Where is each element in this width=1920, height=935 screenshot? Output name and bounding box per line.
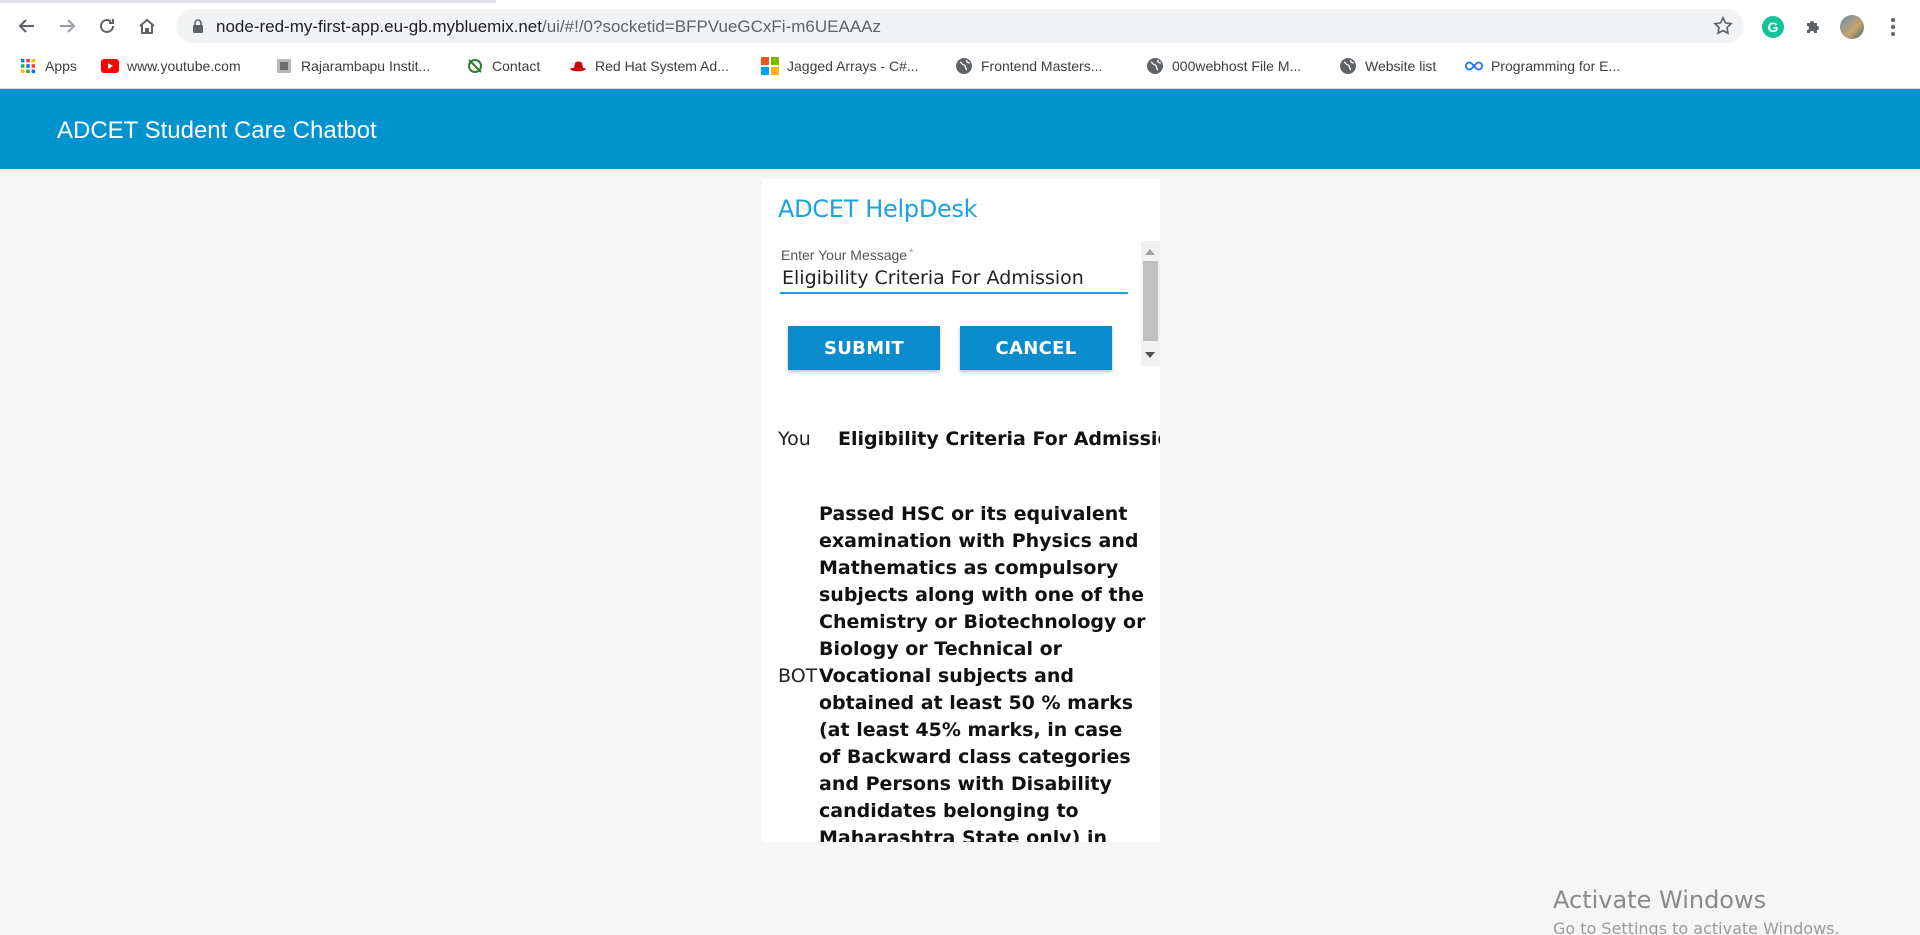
scroll-down-arrow-icon[interactable] [1145,352,1155,358]
tab-strip [0,0,496,3]
lock-icon [193,19,203,33]
bookmark-label: www.youtube.com [127,58,241,74]
bookmark-rajarambapu[interactable]: Rajarambapu Instit... [275,52,430,80]
infinity-icon [1465,57,1483,75]
url-path: /ui/#!/0?socketid=BFPVueGCxFi-m6UEAAAz [541,17,881,36]
contact-icon [466,57,484,75]
puzzle-icon [1807,21,1819,33]
bookmark-000webhost[interactable]: 000webhost File M... [1146,52,1301,80]
back-arrow-icon [18,19,34,33]
kebab-menu-icon [1891,18,1895,36]
forward-arrow-icon [60,19,76,33]
bot-label: BOT [778,665,818,687]
globe-icon [955,57,973,75]
bookmark-label: Programming for E... [1491,58,1621,74]
bookmark-label: Website list [1365,58,1437,74]
bookmark-label: Apps [45,58,77,74]
youtube-icon [101,57,119,75]
user-label: You [778,428,811,450]
bookmark-label: 000webhost File M... [1172,58,1302,74]
browser-toolbar: node-red-my-first-app.eu-gb.mybluemix.ne… [0,7,1920,45]
reload-button[interactable] [91,10,123,42]
home-button[interactable] [131,10,163,42]
bookmark-label: Rajarambapu Instit... [301,58,431,74]
user-message: Eligibility Criteria For Admission [838,428,1160,450]
bookmark-label: Red Hat System Ad... [595,58,729,74]
bookmark-jagged-arrays[interactable]: Jagged Arrays - C#... [761,52,919,80]
helpdesk-card: ADCET HelpDesk Enter Your Message* SUBMI… [762,179,1160,842]
message-label-text: Enter Your Message [781,247,908,263]
bookmark-programming[interactable]: Programming for E... [1465,52,1620,80]
globe-icon [1339,57,1357,75]
bookmark-star-icon[interactable] [1712,15,1734,37]
cancel-button[interactable]: CANCEL [960,326,1112,370]
apps-grid-icon [19,57,37,75]
microsoft-icon [761,57,779,75]
bookmark-youtube[interactable]: www.youtube.com [101,52,241,80]
bookmark-label: Jagged Arrays - C#... [787,58,919,74]
scroll-up-arrow-icon[interactable] [1145,249,1155,255]
bookmark-label: Frontend Masters... [981,58,1103,74]
message-form: Enter Your Message* SUBMIT CANCEL [762,241,1160,370]
bookmark-frontend-masters[interactable]: Frontend Masters... [955,52,1102,80]
bookmark-website-list[interactable]: Website list [1339,52,1436,80]
helpdesk-title: ADCET HelpDesk [778,195,978,223]
submit-button[interactable]: SUBMIT [788,326,940,370]
url-text[interactable]: node-red-my-first-app.eu-gb.mybluemix.ne… [216,17,881,37]
bookmark-redhat[interactable]: Red Hat System Ad... [569,52,729,80]
address-bar[interactable]: node-red-my-first-app.eu-gb.mybluemix.ne… [176,9,1744,43]
back-button[interactable] [11,10,43,42]
home-icon [139,18,155,34]
extensions-button[interactable] [1800,14,1826,40]
avatar [1840,15,1864,39]
profile-button[interactable] [1839,14,1865,40]
browser-menu-button[interactable] [1880,14,1906,40]
app-title: ADCET Student Care Chatbot [57,117,377,144]
institute-icon [275,57,293,75]
required-mark: * [909,247,914,259]
grammarly-icon: G [1762,16,1784,38]
bookmarks-bar: Apps www.youtube.com Rajarambapu Instit.… [0,52,1920,80]
bot-message: Passed HSC or its equivalent examination… [819,503,1146,842]
url-host: node-red-my-first-app.eu-gb.mybluemix.ne… [216,17,542,36]
form-scrollbar[interactable] [1141,241,1160,366]
bookmark-contact[interactable]: Contact [466,52,540,80]
globe-icon [1146,57,1164,75]
bookmark-apps[interactable]: Apps [19,52,77,80]
forward-button[interactable] [51,10,83,42]
browser-chrome: node-red-my-first-app.eu-gb.mybluemix.ne… [0,0,1920,89]
message-input[interactable] [780,264,1128,294]
scrollbar-thumb[interactable] [1143,261,1158,341]
message-field-label: Enter Your Message * [781,247,913,263]
bookmark-label: Contact [492,58,541,74]
redhat-icon [569,57,587,75]
activate-windows-title: Activate Windows [1553,886,1767,914]
grammarly-extension-button[interactable]: G [1760,14,1786,40]
reload-icon [100,18,114,33]
activate-windows-subtitle: Go to Settings to activate Windows. [1553,919,1840,935]
app-header: ADCET Student Care Chatbot [0,89,1920,169]
